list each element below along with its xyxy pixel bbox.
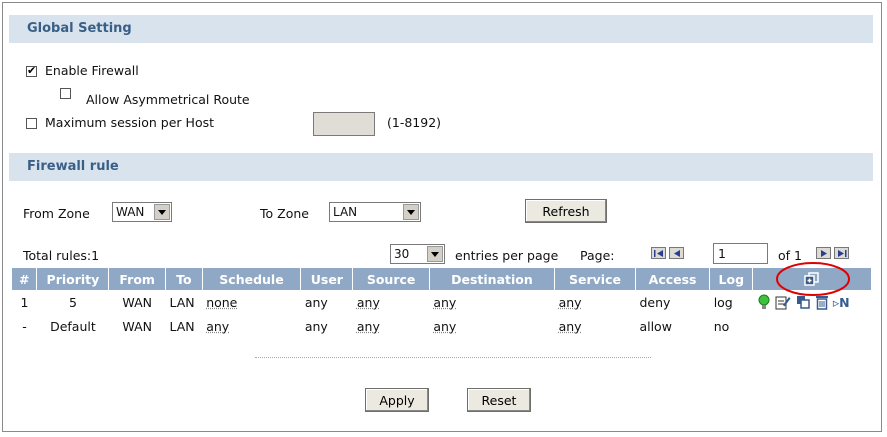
col-source: Source <box>352 268 430 290</box>
col-from: From <box>108 268 166 290</box>
col-access: Access <box>635 268 711 290</box>
first-page-icon[interactable] <box>651 247 666 259</box>
global-setting-title: Global Setting <box>27 21 132 36</box>
cell-from: WAN <box>122 294 152 310</box>
cell-service-link[interactable]: any <box>559 295 582 310</box>
to-zone-label: To Zone <box>260 206 309 221</box>
max-session-label: Maximum session per Host <box>45 115 215 130</box>
col-to: To <box>165 268 203 290</box>
entries-per-page-label: entries per page <box>455 248 559 263</box>
col-schedule: Schedule <box>202 268 302 290</box>
total-rules-text: Total rules:1 <box>23 248 100 263</box>
cell-destination-link[interactable]: any <box>433 319 456 334</box>
cell-actions <box>753 314 871 338</box>
cell-from: WAN <box>122 318 152 334</box>
col-destination: Destination <box>429 268 556 290</box>
page-label: Page: <box>580 248 615 263</box>
entries-per-page-value: 30 <box>394 247 410 261</box>
prev-page-icon[interactable] <box>669 247 684 259</box>
max-session-range: (1-8192) <box>387 115 442 130</box>
max-session-checkbox[interactable] <box>26 118 37 129</box>
firewall-rule-title: Firewall rule <box>27 159 119 174</box>
firewall-panel: Global Setting Enable Firewall Allow Asy… <box>2 2 882 432</box>
cell-source-link[interactable]: any <box>357 319 380 334</box>
chevron-down-icon <box>154 204 170 220</box>
next-page-icon[interactable] <box>816 247 831 259</box>
col-user: User <box>300 268 354 290</box>
enable-firewall-checkbox[interactable] <box>26 64 37 77</box>
global-setting-header: Global Setting <box>9 15 873 43</box>
chevron-down-icon <box>403 204 419 220</box>
cell-destination-link[interactable]: any <box>433 295 456 310</box>
cell-source-link[interactable]: any <box>357 295 380 310</box>
table-row: 1 5 WAN LAN none any any any any deny lo… <box>12 290 871 314</box>
lightbulb-icon[interactable] <box>757 294 771 310</box>
highlight-circle <box>776 262 850 296</box>
col-priority: Priority <box>36 268 110 290</box>
from-zone-label: From Zone <box>23 206 90 221</box>
cell-access: deny <box>639 294 671 310</box>
cell-index: 1 <box>20 294 29 310</box>
cell-user: any <box>304 294 328 310</box>
allow-asym-route-checkbox[interactable] <box>60 88 71 99</box>
table-row: - Default WAN LAN any any any any any al… <box>12 314 871 338</box>
cell-log: no <box>713 318 730 334</box>
from-zone-select[interactable]: WAN <box>112 202 172 222</box>
page-number-input[interactable]: 1 <box>713 243 768 264</box>
col-log: Log <box>709 268 754 290</box>
cell-access: allow <box>639 318 672 334</box>
cell-index: - <box>22 318 27 334</box>
chevron-down-icon <box>427 246 443 262</box>
entries-per-page-select[interactable]: 30 <box>390 244 445 264</box>
divider <box>255 357 651 358</box>
from-zone-value: WAN <box>116 205 145 219</box>
cell-user: any <box>304 318 328 334</box>
to-zone-value: LAN <box>333 205 358 219</box>
cell-to: LAN <box>169 318 195 334</box>
refresh-button[interactable]: Refresh <box>525 199 607 223</box>
cell-schedule-link[interactable]: none <box>206 295 237 310</box>
cell-schedule-link[interactable]: any <box>206 319 229 334</box>
table-header-row: # Priority From To Schedule User Source … <box>12 268 871 290</box>
last-page-icon[interactable] <box>834 247 849 259</box>
cell-log: log <box>713 294 733 310</box>
max-session-input[interactable] <box>313 112 375 136</box>
enable-firewall-label: Enable Firewall <box>45 63 139 78</box>
apply-button[interactable]: Apply <box>365 388 429 412</box>
cell-service-link[interactable]: any <box>559 319 582 334</box>
reset-button[interactable]: Reset <box>467 388 531 412</box>
col-index: # <box>12 268 38 290</box>
allow-asym-route-label: Allow Asymmetrical Route <box>86 92 250 107</box>
firewall-rule-header: Firewall rule <box>9 153 873 181</box>
col-service: Service <box>554 268 636 290</box>
cell-priority: 5 <box>68 294 77 310</box>
cell-priority: Default <box>50 318 96 334</box>
cell-to: LAN <box>169 294 195 310</box>
page-number-value: 1 <box>718 246 726 261</box>
to-zone-select[interactable]: LAN <box>329 202 421 222</box>
firewall-rules-table: # Priority From To Schedule User Source … <box>12 268 871 338</box>
